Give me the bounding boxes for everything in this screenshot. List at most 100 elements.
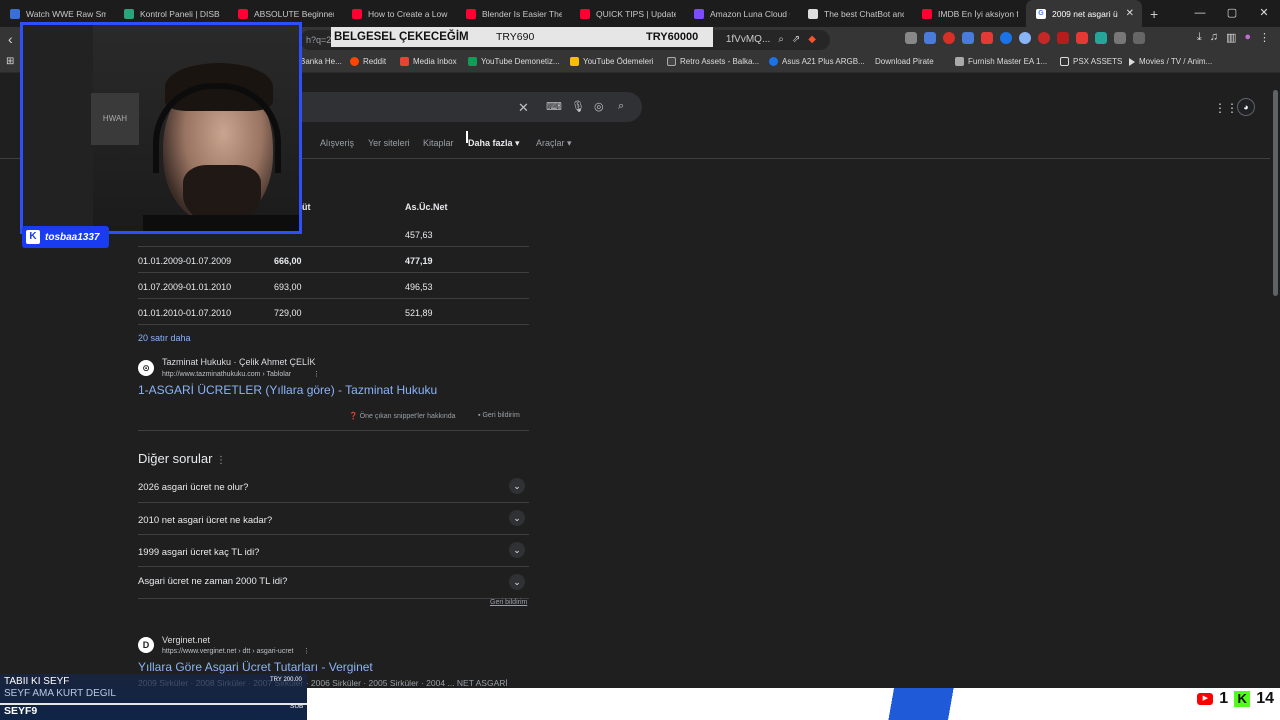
chevron-down-icon[interactable]: ⌄ [509,574,525,590]
browser-tab[interactable]: Amazon Luna Cloud G [684,0,798,27]
sidebar-icon[interactable]: ▥ [1226,31,1236,44]
bookmark-item[interactable]: Reddit [350,57,386,66]
back-arrow-icon[interactable]: ‹ [8,31,13,47]
bookmark-item[interactable]: Banka He... [300,57,342,66]
browser-tab[interactable]: QUICK TIPS | Update H [570,0,684,27]
bookmark-item[interactable]: Retro Assets - Balka... [667,57,759,66]
youtube-icon: ▶ [1197,693,1214,705]
extension-icon[interactable] [905,32,917,44]
event-ticker: TABII KI SEYF SEYF AMA KURT DEGIL TRY 20… [0,674,307,720]
extension-icon[interactable] [981,32,993,44]
result-url: https://www.verginet.net › dtt › asgari-… [162,648,294,655]
google-apps-icon[interactable]: ⋮⋮ [1214,101,1238,115]
maximize-button[interactable]: ▢ [1216,0,1248,27]
question-row[interactable]: 1999 asgari ücret kaç TL idi? ⌄ [138,535,529,567]
result-url: http://www.tazminathukuku.com › Tablolar [162,371,292,378]
extension-icon[interactable] [1057,32,1069,44]
zoom-icon[interactable]: ⌕ [778,30,784,50]
more-rows-link[interactable]: 20 satır daha [138,333,191,343]
search-input[interactable]: ✕ ⌨ 🎙 ◎ ⌕ [280,92,642,122]
result-title-link[interactable]: 1-ASGARİ ÜCRETLER (Yıllara göre) - Tazmi… [138,383,437,397]
feedback-link[interactable]: ▪ Geri bildirim [478,412,520,419]
checkmark-icon [769,57,778,66]
bookmark-item[interactable]: Media Inbox [400,57,457,66]
filter-tools[interactable]: Araçlar ▾ [536,138,572,149]
close-tab-icon[interactable]: ✕ [1126,8,1134,19]
bookmark-item[interactable]: YouTube Demonetiz... [468,57,560,66]
extension-icon[interactable] [943,32,955,44]
extension-icon[interactable] [1133,32,1145,44]
more-options-icon[interactable]: ⋮ [303,647,310,655]
browser-tab[interactable]: How to Create a Low P [342,0,456,27]
page-scrollbar[interactable] [1270,74,1280,720]
media-icon[interactable]: ♫ [1210,31,1218,44]
microphone-icon[interactable]: 🎙 [571,100,585,113]
brave-shield-icon[interactable]: ◆ [808,30,816,50]
apps-grid-icon[interactable]: ⊞ [6,56,14,67]
bookmark-item[interactable]: Movies / TV / Anim... [1129,57,1212,66]
filter-books[interactable]: Kitaplar [423,138,454,148]
scrollbar-thumb[interactable] [1273,90,1278,296]
bookmark-item[interactable]: Download Pirate [875,57,934,66]
snippet-about-link[interactable]: ❓ Öne çıkan snippet'ler hakkında [349,412,456,420]
bookmark-item[interactable]: YouTube Ödemeleri [570,57,654,66]
download-icon[interactable]: ⤓ [1197,31,1202,44]
donation-goal-banner: BELGESEL ÇEKECEĞİM TRY690 TRY60000 [331,27,713,47]
menu-icon[interactable]: ⋮ [1259,31,1270,44]
reddit-icon [350,57,359,66]
minimize-button[interactable]: — [1184,0,1216,27]
youtube-icon [352,8,362,19]
account-avatar[interactable]: ◕ [1237,98,1255,116]
youtube-icon [922,8,932,19]
browser-tab[interactable]: The best ChatBot and [798,0,912,27]
extensions-puzzle-icon[interactable] [1114,32,1126,44]
extension-icon[interactable] [924,32,936,44]
table-row: 01.01.2010-01.07.2010 729,00 521,89 [138,299,529,325]
extension-icon[interactable] [1038,32,1050,44]
question-row[interactable]: 2026 asgari ücret ne olur? ⌄ [138,471,529,503]
more-options-icon[interactable]: ⋮ [216,455,226,466]
result-title-link[interactable]: Yıllara Göre Asgari Ücret Tutarları - Ve… [138,660,373,674]
toolbar-right: ⤓ ♫ ▥ ● ⋮ [1197,31,1270,44]
viewer-counts: ▶ 1 K 14 [1197,690,1274,708]
filter-places[interactable]: Yer siteleri [368,138,410,148]
filter-more[interactable]: Daha fazla ▾ [468,138,520,149]
more-options-icon[interactable]: ⋮ [313,370,320,378]
folder-icon [1060,57,1069,66]
clear-search-icon[interactable]: ✕ [518,100,529,116]
ticker-line-1: TABII KI SEYF [4,676,70,687]
gmail-icon [400,57,409,66]
extension-icon[interactable] [1076,32,1088,44]
bookmark-folder[interactable]: PSX ASSETS [1060,57,1122,66]
question-row[interactable]: 2010 net asgari ücret ne kadar? ⌄ [138,503,529,535]
close-window-button[interactable]: ✕ [1248,0,1280,27]
search-icon[interactable]: ⌕ [618,100,624,113]
new-tab-button[interactable]: + [1150,6,1158,22]
mouse-cursor [466,131,474,143]
browser-tab[interactable]: Blender Is Easier Then [456,0,570,27]
chevron-down-icon[interactable]: ⌄ [509,510,525,526]
chevron-down-icon[interactable]: ⌄ [509,542,525,558]
kick-viewer-count: 14 [1256,690,1274,707]
browser-tab-active[interactable]: G 2009 net asgari ü ✕ [1026,0,1142,27]
bookmark-item[interactable]: Furnish Master EA 1... [955,57,1047,66]
feedback-link[interactable]: Geri bildirim [490,599,527,606]
url-tail-text: 1fVvMQ... [725,34,771,45]
extension-icon[interactable] [1019,32,1031,44]
luna-icon [694,8,704,19]
bookmark-item[interactable]: Asus A21 Plus ARGB... [769,57,865,66]
chevron-down-icon[interactable]: ⌄ [509,478,525,494]
ticker-amount: TRY 200.00 [270,677,302,683]
extension-icon[interactable] [962,32,974,44]
result-site-name: Verginet.net [162,635,211,645]
profile-icon[interactable]: ● [1244,31,1251,44]
question-row[interactable]: Asgari ücret ne zaman 2000 TL idi? ⌄ [138,567,529,599]
lens-icon[interactable]: ◎ [594,100,604,113]
browser-tab[interactable]: IMDB En İyi aksiyon fil [912,0,1026,27]
filter-shopping[interactable]: Alışveriş [320,138,354,148]
extension-icon[interactable] [1000,32,1012,44]
share-icon[interactable]: ⇗ [792,30,800,50]
ads-icon [570,57,579,66]
extension-icon[interactable] [1095,32,1107,44]
keyboard-icon[interactable]: ⌨ [546,100,562,113]
